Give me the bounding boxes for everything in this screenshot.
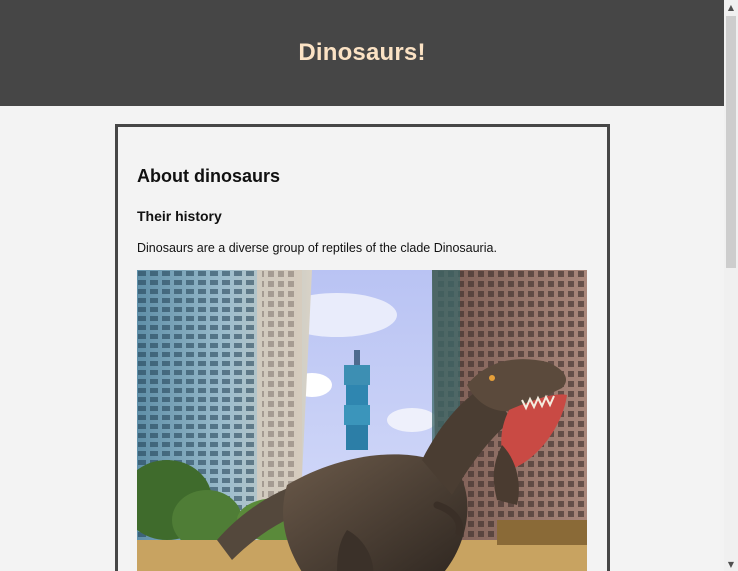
article-paragraph: Dinosaurs are a diverse group of reptile… — [137, 241, 497, 255]
site-title: Dinosaurs! — [298, 39, 426, 66]
article-heading: About dinosaurs — [137, 166, 280, 186]
site-header: Dinosaurs! — [0, 0, 724, 106]
dinosaur-image — [137, 270, 587, 571]
scroll-up-icon[interactable]: ▲ — [724, 0, 738, 14]
page-viewport: Dinosaurs! About dinosaurs Their history… — [0, 0, 724, 571]
article-box: About dinosaurs Their history Dinosaurs … — [115, 124, 610, 571]
vertical-scrollbar[interactable]: ▲ ▼ — [724, 0, 738, 571]
article-subheading: Their history — [137, 208, 222, 224]
scroll-thumb[interactable] — [726, 16, 736, 268]
scroll-down-icon[interactable]: ▼ — [724, 557, 738, 571]
